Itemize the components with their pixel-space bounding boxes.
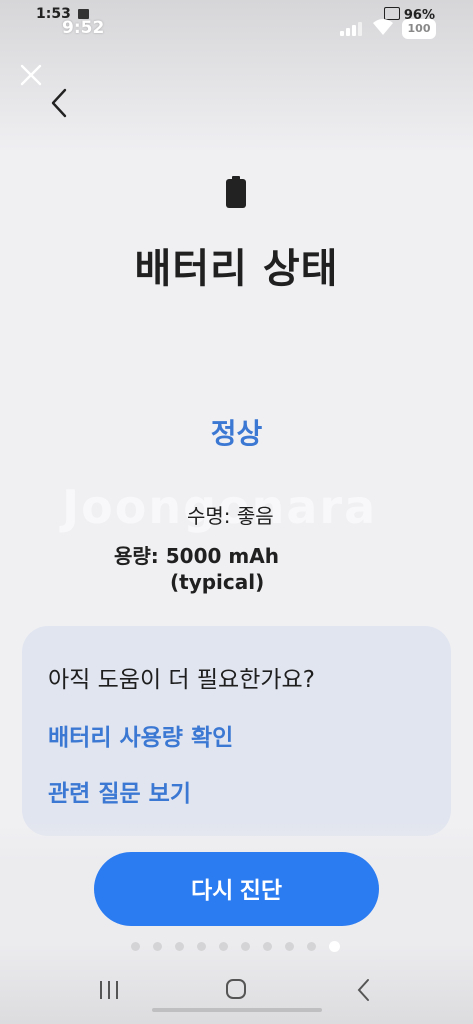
battery-status-result: 정상 — [210, 417, 263, 450]
screen: 1:53 9:52 96% 100 배터리 상태 정상 Joongonara 수… — [0, 0, 473, 1024]
help-card-title: 아직 도움이 더 필요한가요? — [48, 667, 315, 693]
gesture-handle — [152, 1008, 322, 1012]
page-dot — [175, 942, 184, 951]
nav-back-icon[interactable] — [356, 978, 372, 1002]
page-dot — [241, 942, 250, 951]
home-icon[interactable] — [225, 978, 247, 1000]
battery-status-badge: 100 — [402, 19, 436, 39]
page-dot — [263, 942, 272, 951]
status-time: 9:52 — [62, 18, 105, 38]
lifespan-text: 수명: 좋음 — [187, 504, 274, 528]
page-dot — [285, 942, 294, 951]
check-battery-usage-link[interactable]: 배터리 사용량 확인 — [48, 718, 233, 752]
navigation-bar — [0, 960, 473, 1024]
battery-icon — [226, 176, 246, 208]
back-button[interactable] — [46, 86, 72, 120]
help-card: 아직 도움이 더 필요한가요? 배터리 사용량 확인 관련 질문 보기 — [22, 626, 451, 836]
page-dot — [153, 942, 162, 951]
recents-icon[interactable] — [98, 980, 120, 1000]
page-title: 배터리 상태 — [134, 246, 339, 292]
close-icon[interactable] — [18, 62, 44, 88]
related-questions-link[interactable]: 관련 질문 보기 — [48, 774, 191, 808]
capacity-note: (typical) — [170, 570, 265, 594]
capacity-text: 용량: 5000 mAh — [114, 544, 279, 568]
retry-diagnosis-button[interactable]: 다시 진단 — [94, 852, 379, 926]
page-dot — [219, 942, 228, 951]
page-dot — [131, 942, 140, 951]
signal-icon — [340, 22, 362, 36]
page-dot — [307, 942, 316, 951]
wifi-icon — [373, 19, 393, 35]
page-dot — [197, 942, 206, 951]
page-dot-active — [329, 941, 340, 952]
